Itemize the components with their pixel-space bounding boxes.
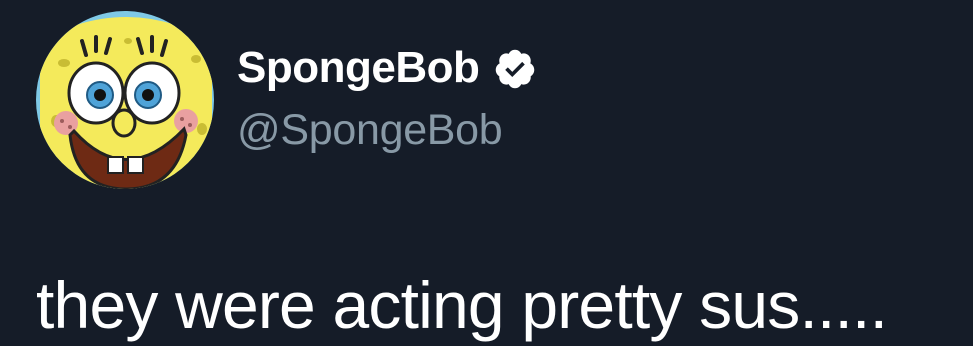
- author-handle[interactable]: @SpongeBob: [237, 109, 503, 152]
- verified-badge-icon: [493, 47, 537, 91]
- tweet-text: they were acting pretty sus.....: [36, 268, 888, 342]
- author-name-row: SpongeBob: [237, 40, 537, 96]
- tweet-card: SpongeBob @SpongeBob they were acting pr…: [0, 0, 973, 346]
- author-display-name[interactable]: SpongeBob: [237, 46, 480, 90]
- author-avatar[interactable]: [36, 11, 214, 189]
- spongebob-avatar-icon: [36, 11, 214, 189]
